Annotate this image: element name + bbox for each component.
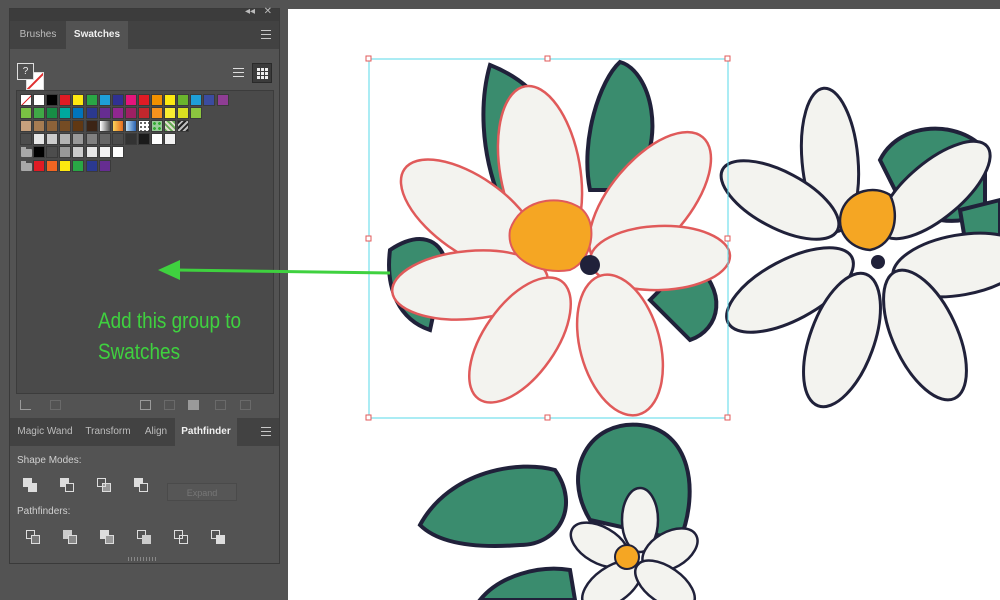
annotation-line-1: Add this group to bbox=[98, 308, 242, 333]
annotation-line-2: Swatches bbox=[98, 339, 181, 364]
annotation-text: Add this group to Swatches bbox=[98, 305, 241, 367]
annotation-arrow bbox=[158, 260, 391, 280]
